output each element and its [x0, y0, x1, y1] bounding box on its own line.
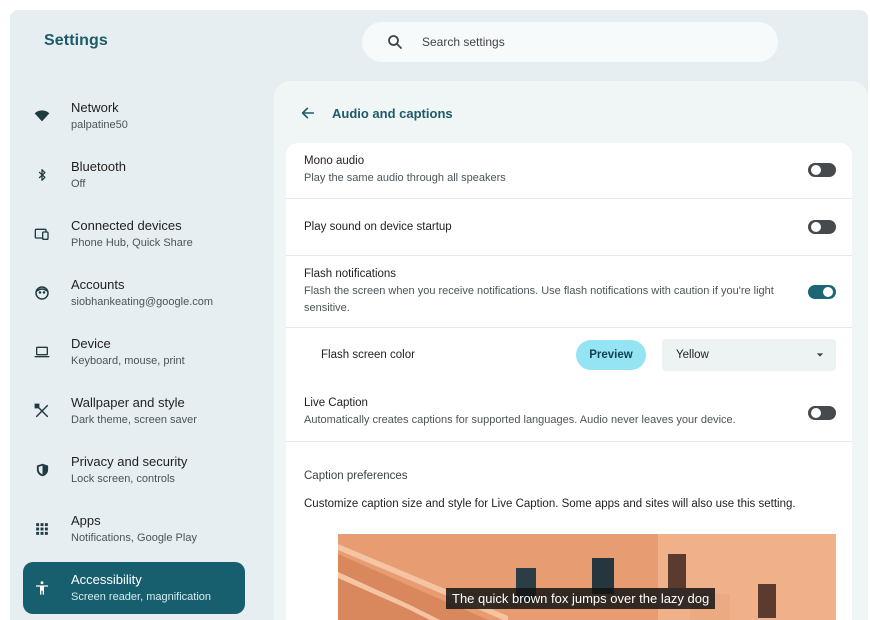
flash-color-label: Flash screen color [321, 349, 415, 361]
sidebar-item-label: Network [71, 100, 119, 115]
preview-button[interactable]: Preview [576, 340, 646, 370]
sidebar-item-connected-devices[interactable]: Connected devices Phone Hub, Quick Share [23, 208, 245, 260]
flash-notifications-description: Flash the screen when you receive notifi… [304, 285, 774, 314]
sidebar-item-label: Device [71, 336, 111, 351]
search-bar[interactable] [362, 22, 778, 62]
sidebar-item-sub: Phone Hub, Quick Share [71, 237, 193, 249]
page-header: Audio and captions [298, 103, 453, 123]
flash-notifications-label: Flash notifications [304, 268, 397, 280]
sidebar-item-accessibility[interactable]: Accessibility Screen reader, magnificatio… [23, 562, 245, 614]
laptop-icon [33, 343, 51, 361]
flash-color-row: Flash screen color Preview Yellow [286, 328, 852, 384]
live-caption-label: Live Caption [304, 397, 368, 409]
sidebar-item-label: Bluetooth [71, 159, 126, 174]
sidebar-item-sub: Keyboard, mouse, print [71, 355, 185, 367]
caption-preferences-heading: Caption preferences [304, 470, 408, 482]
sidebar-item-sub: Screen reader, magnification [71, 591, 212, 603]
caption-preview-image: The quick brown fox jumps over the lazy … [338, 534, 836, 620]
sidebar-item-sub: palpatine50 [71, 119, 128, 131]
sidebar-item-sub: siobhankeating@google.com [71, 296, 214, 308]
app-title: Settings [44, 32, 108, 49]
sidebar-item-bluetooth[interactable]: Bluetooth Off [23, 149, 245, 201]
account-face-icon [33, 284, 51, 302]
content-panel: Audio and captions Mono audio Play the s… [274, 81, 868, 620]
startup-sound-label: Play sound on device startup [304, 221, 452, 233]
connected-devices-icon [33, 225, 51, 243]
sidebar-item-sub: Off [71, 178, 86, 190]
sidebar-nav: Network palpatine50 Bluetooth Off Connecte… [23, 90, 245, 620]
paint-tools-icon [33, 402, 51, 420]
back-arrow-icon[interactable] [298, 103, 318, 123]
shield-icon [33, 461, 51, 479]
sidebar-item-label: Accounts [71, 277, 125, 292]
mono-audio-description: Play the same audio through all speakers [304, 172, 506, 184]
dropdown-caret-icon [816, 353, 824, 357]
startup-sound-row[interactable]: Play sound on device startup [286, 199, 852, 256]
mono-audio-label: Mono audio [304, 155, 365, 167]
sidebar-item-accounts[interactable]: Accounts siobhankeating@google.com [23, 267, 245, 319]
sidebar-item-device[interactable]: Device Keyboard, mouse, print [23, 326, 245, 378]
accessibility-icon [33, 579, 51, 597]
sidebar-item-label: Privacy and security [71, 454, 188, 469]
flash-color-selected: Yellow [676, 349, 709, 361]
sidebar-item-label: Apps [71, 513, 101, 528]
sidebar-item-sub: Dark theme, screen saver [71, 414, 197, 426]
sidebar-item-wallpaper[interactable]: Wallpaper and style Dark theme, screen sa… [23, 385, 245, 437]
settings-window: Settings Network palpatine50 Bluetooth Off… [10, 10, 868, 620]
flash-notifications-toggle[interactable] [808, 285, 836, 299]
flash-notifications-row[interactable]: Flash notifications Flash the screen whe… [286, 256, 852, 328]
flash-color-select[interactable]: Yellow [662, 339, 836, 371]
caption-sample-text: The quick brown fox jumps over the lazy … [446, 588, 716, 609]
mono-audio-row[interactable]: Mono audio Play the same audio through a… [286, 143, 852, 199]
live-caption-toggle[interactable] [808, 406, 836, 420]
sidebar-item-privacy[interactable]: Privacy and security Lock screen, control… [23, 444, 245, 496]
live-caption-row[interactable]: Live Caption Automatically creates capti… [286, 385, 852, 442]
mono-audio-toggle[interactable] [808, 163, 836, 177]
startup-sound-toggle[interactable] [808, 220, 836, 234]
live-caption-description: Automatically creates captions for suppo… [304, 414, 736, 426]
sidebar-item-sub: Notifications, Google Play [71, 532, 197, 544]
apps-grid-icon [33, 520, 51, 538]
sidebar-item-sub: Lock screen, controls [71, 473, 175, 485]
page-title: Audio and captions [332, 105, 453, 121]
sidebar-item-network[interactable]: Network palpatine50 [23, 90, 245, 142]
search-input[interactable] [420, 34, 724, 50]
sidebar-item-label: Connected devices [71, 218, 182, 233]
sidebar-item-apps[interactable]: Apps Notifications, Google Play [23, 503, 245, 555]
bluetooth-icon [33, 166, 51, 184]
settings-card: Mono audio Play the same audio through a… [286, 143, 852, 620]
caption-preferences-description: Customize caption size and style for Liv… [304, 498, 796, 510]
sidebar-item-label: Accessibility [71, 572, 142, 587]
sidebar-item-label: Wallpaper and style [71, 395, 185, 410]
search-icon [388, 35, 402, 49]
wifi-icon [33, 107, 51, 125]
